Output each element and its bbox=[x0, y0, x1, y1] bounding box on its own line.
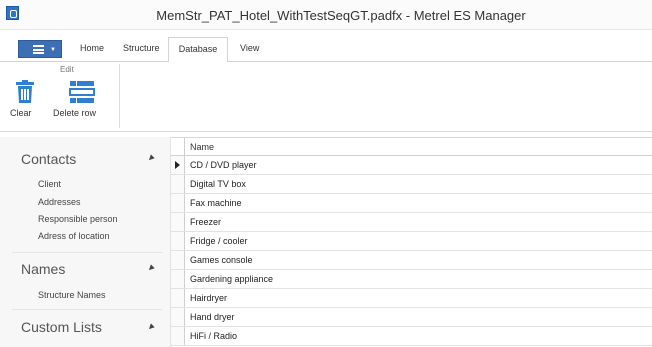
ribbon-tab-bar: ▼ Home Structure Database View bbox=[0, 37, 652, 63]
menu-icon bbox=[33, 45, 44, 54]
table-cell-name[interactable]: CD / DVD player bbox=[190, 160, 257, 170]
table-cell-name[interactable]: HiFi / Radio bbox=[190, 331, 237, 341]
row-selector[interactable] bbox=[171, 289, 185, 307]
row-selector[interactable] bbox=[171, 156, 185, 174]
group-label-edit: Edit bbox=[60, 65, 74, 74]
row-selector[interactable] bbox=[171, 270, 185, 288]
grid-header: Name bbox=[171, 137, 652, 156]
column-header-name[interactable]: Name bbox=[190, 142, 214, 152]
table-cell-name[interactable]: Fridge / cooler bbox=[190, 236, 248, 246]
ribbon-group-divider bbox=[119, 64, 120, 128]
sidebar-section-names[interactable]: Names bbox=[21, 261, 65, 277]
sidebar: Contacts ◀ Client Addresses Responsible … bbox=[0, 137, 171, 347]
table-row[interactable]: Fax machine bbox=[171, 194, 652, 213]
file-menu-button[interactable]: ▼ bbox=[18, 40, 62, 58]
tab-structure[interactable]: Structure bbox=[123, 43, 160, 53]
title-bar: MemStr_PAT_Hotel_WithTestSeqGT.padfx - M… bbox=[0, 0, 652, 30]
tab-view[interactable]: View bbox=[240, 43, 259, 53]
table-row[interactable]: Freezer bbox=[171, 213, 652, 232]
row-selector-header[interactable] bbox=[171, 138, 185, 156]
table-row[interactable]: Digital TV box bbox=[171, 175, 652, 194]
sidebar-item-responsible-person[interactable]: Responsible person bbox=[38, 214, 118, 224]
table-cell-name[interactable]: Freezer bbox=[190, 217, 221, 227]
row-selector[interactable] bbox=[171, 213, 185, 231]
tab-database[interactable]: Database bbox=[168, 37, 228, 63]
data-grid: Name CD / DVD player Digital TV box Fax ma… bbox=[171, 137, 652, 347]
row-selector[interactable] bbox=[171, 232, 185, 250]
sidebar-section-custom-lists[interactable]: Custom Lists bbox=[21, 319, 102, 335]
table-cell-name[interactable]: Hairdryer bbox=[190, 293, 227, 303]
delete-row-icon bbox=[69, 81, 95, 103]
delete-row-button-label: Delete row bbox=[53, 108, 97, 118]
sidebar-divider bbox=[12, 252, 162, 253]
sidebar-item-addresses[interactable]: Addresses bbox=[38, 197, 81, 207]
table-cell-name[interactable]: Digital TV box bbox=[190, 179, 246, 189]
table-row[interactable]: HiFi / Radio bbox=[171, 327, 652, 346]
sidebar-item-adress-of-location[interactable]: Adress of location bbox=[38, 231, 110, 241]
row-selector[interactable] bbox=[171, 327, 185, 345]
table-cell-name[interactable]: Games console bbox=[190, 255, 253, 265]
trash-icon bbox=[16, 80, 34, 103]
table-row[interactable]: Games console bbox=[171, 251, 652, 270]
window-title: MemStr_PAT_Hotel_WithTestSeqGT.padfx - M… bbox=[156, 8, 526, 23]
table-row[interactable]: Hairdryer bbox=[171, 289, 652, 308]
table-cell-name[interactable]: Gardening appliance bbox=[190, 274, 273, 284]
clear-button-label: Clear bbox=[10, 108, 32, 118]
table-row[interactable]: Fridge / cooler bbox=[171, 232, 652, 251]
collapse-arrow-icon[interactable]: ◀ bbox=[146, 153, 156, 163]
ribbon-panel: Edit Clear Delete row bbox=[0, 62, 652, 132]
sidebar-item-client[interactable]: Client bbox=[38, 179, 61, 189]
chevron-down-icon: ▼ bbox=[50, 47, 56, 53]
table-row[interactable]: Hand dryer bbox=[171, 308, 652, 327]
collapse-arrow-icon[interactable]: ◀ bbox=[146, 322, 156, 332]
sidebar-item-structure-names[interactable]: Structure Names bbox=[38, 290, 106, 300]
sidebar-divider bbox=[12, 309, 162, 310]
row-selector[interactable] bbox=[171, 175, 185, 193]
table-row[interactable]: CD / DVD player bbox=[171, 156, 652, 175]
table-cell-name[interactable]: Hand dryer bbox=[190, 312, 235, 322]
table-cell-name[interactable]: Fax machine bbox=[190, 198, 242, 208]
row-selector[interactable] bbox=[171, 308, 185, 326]
tab-home[interactable]: Home bbox=[80, 43, 104, 53]
current-row-pointer-icon bbox=[175, 161, 180, 169]
row-selector[interactable] bbox=[171, 251, 185, 269]
sidebar-section-contacts[interactable]: Contacts bbox=[21, 151, 76, 167]
collapse-arrow-icon[interactable]: ◀ bbox=[146, 263, 156, 273]
row-selector[interactable] bbox=[171, 194, 185, 212]
table-row[interactable]: Gardening appliance bbox=[171, 270, 652, 289]
